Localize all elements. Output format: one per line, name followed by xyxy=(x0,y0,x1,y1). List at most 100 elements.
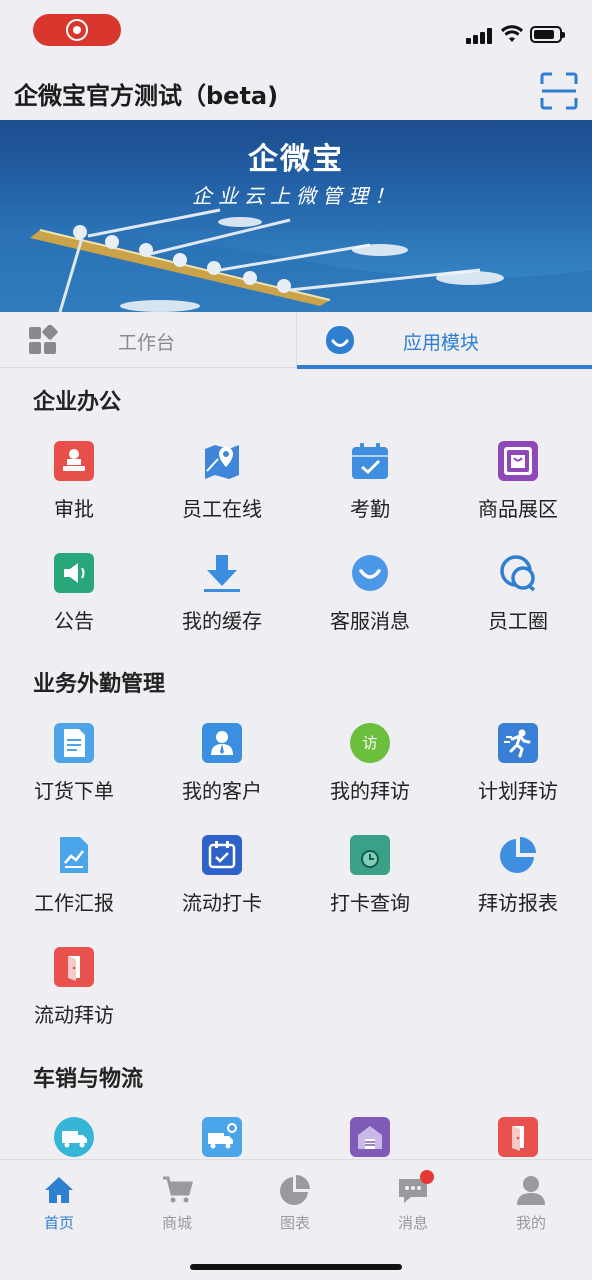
module-place-order[interactable]: 订货下单 xyxy=(0,723,148,823)
module-label: 我的缓存 xyxy=(182,609,262,633)
banner-slogan: 企业云上微管理！ xyxy=(192,184,400,208)
speaker-icon xyxy=(54,553,94,593)
module-my-customers[interactable]: 我的客户 xyxy=(148,723,296,823)
module-staff-online[interactable]: 员工在线 xyxy=(148,441,296,541)
wifi-icon xyxy=(501,25,523,42)
section-title-van-sales: 车销与物流 xyxy=(33,1067,144,1092)
module-van-sales-2[interactable] xyxy=(148,1117,296,1159)
checkin-icon xyxy=(202,835,242,875)
module-mobile-checkin[interactable]: 流动打卡 xyxy=(148,835,296,935)
report-icon xyxy=(54,835,94,875)
calendar-check-icon xyxy=(350,441,390,481)
stamp-icon xyxy=(54,441,94,481)
module-label: 考勤 xyxy=(350,497,390,521)
module-label: 订货下单 xyxy=(34,779,114,803)
tabbar-messages[interactable]: 消息 xyxy=(354,1170,472,1232)
page-title: 企微宝官方测试（beta) xyxy=(14,82,279,110)
tabbar-label: 图表 xyxy=(279,1214,310,1232)
banner-logo: 企微宝 xyxy=(248,142,344,177)
door-icon xyxy=(54,947,94,987)
user-icon xyxy=(517,1176,545,1205)
module-van-sales-1[interactable] xyxy=(0,1117,148,1159)
module-tabs: 工作台 应用模块 xyxy=(0,312,592,369)
screen-record-indicator[interactable] xyxy=(33,14,121,46)
home-indicator[interactable] xyxy=(190,1264,402,1270)
module-label: 客服消息 xyxy=(330,609,410,633)
tab-app-modules-label: 应用模块 xyxy=(403,332,480,354)
app-header: 企微宝官方测试（beta) xyxy=(0,64,592,120)
tabbar-label: 首页 xyxy=(43,1214,74,1232)
module-work-report[interactable]: 工作汇报 xyxy=(0,835,148,935)
module-label: 流动拜访 xyxy=(34,1003,114,1027)
module-label: 工作汇报 xyxy=(34,891,114,915)
pie-chart-icon xyxy=(280,1175,310,1205)
module-label: 计划拜访 xyxy=(478,779,558,803)
module-label: 员工圈 xyxy=(488,609,548,633)
tabbar-mall[interactable]: 商城 xyxy=(118,1170,236,1232)
tabbar-me[interactable]: 我的 xyxy=(472,1170,590,1232)
tabbar-home[interactable]: 首页 xyxy=(0,1170,118,1232)
module-my-cache[interactable]: 我的缓存 xyxy=(148,553,296,653)
bubbles-icon xyxy=(498,553,538,593)
unread-badge xyxy=(420,1170,434,1184)
section-title-office: 企业办公 xyxy=(33,390,122,415)
module-label: 商品展区 xyxy=(478,497,558,521)
grid-icon xyxy=(29,325,58,354)
module-product-showcase[interactable]: 商品展区 xyxy=(444,441,592,541)
tabbar-label: 商城 xyxy=(161,1214,192,1232)
checkin-query-icon xyxy=(350,835,390,875)
module-warehouse[interactable] xyxy=(296,1117,444,1159)
module-label: 公告 xyxy=(54,609,94,633)
module-approval[interactable]: 审批 xyxy=(0,441,148,541)
tabbar-charts[interactable]: 图表 xyxy=(236,1170,354,1232)
record-icon xyxy=(66,19,88,41)
bottom-tab-bar: 首页 商城 图表 消息 我的 xyxy=(0,1159,592,1280)
module-announcement[interactable]: 公告 xyxy=(0,553,148,653)
status-bar xyxy=(0,0,592,64)
module-staff-circle[interactable]: 员工圈 xyxy=(444,553,592,653)
runner-icon xyxy=(498,723,538,763)
shopping-bag-icon xyxy=(498,441,538,481)
module-label: 我的客户 xyxy=(182,779,262,803)
scan-icon[interactable] xyxy=(540,72,578,110)
visit-icon-text: 访 xyxy=(362,734,378,752)
module-label: 我的拜访 xyxy=(330,779,410,803)
order-doc-icon xyxy=(54,723,94,763)
module-logistics-door[interactable] xyxy=(444,1117,592,1159)
promo-banner[interactable]: 企微宝 企业云上微管理！ xyxy=(0,120,592,312)
signal-icon xyxy=(466,28,494,44)
module-label: 拜访报表 xyxy=(478,891,558,915)
app-modules-content[interactable]: 企业办公 审批 员工在线 考勤 商品展区 公告 我的缓存 客服消息 员工圈 业务… xyxy=(0,369,592,1159)
customer-icon xyxy=(202,723,242,763)
module-my-visits[interactable]: 访 我的拜访 xyxy=(296,723,444,823)
map-icon xyxy=(202,441,242,481)
module-mobile-visit[interactable]: 流动拜访 xyxy=(0,947,148,1047)
module-visit-report[interactable]: 拜访报表 xyxy=(444,835,592,935)
tabbar-label: 我的 xyxy=(515,1214,546,1232)
module-label: 员工在线 xyxy=(182,497,262,521)
apps-icon xyxy=(326,326,354,354)
door-icon xyxy=(498,1117,538,1157)
module-service-messages[interactable]: 客服消息 xyxy=(296,553,444,653)
module-label: 流动打卡 xyxy=(182,891,262,915)
truck-round-icon xyxy=(54,1117,94,1157)
truck-gear-icon xyxy=(202,1117,242,1157)
battery-icon xyxy=(530,26,565,43)
chat-smile-icon xyxy=(350,553,390,593)
section-title-field-sales: 业务外勤管理 xyxy=(33,672,166,697)
module-attendance[interactable]: 考勤 xyxy=(296,441,444,541)
home-icon xyxy=(45,1177,73,1203)
module-planned-visits[interactable]: 计划拜访 xyxy=(444,723,592,823)
cart-icon xyxy=(163,1176,193,1203)
pie-icon xyxy=(498,835,538,875)
tabbar-label: 消息 xyxy=(397,1214,428,1232)
module-label: 审批 xyxy=(54,497,94,521)
tab-workbench[interactable]: 工作台 xyxy=(0,312,296,368)
download-icon xyxy=(202,553,242,593)
visit-icon: 访 xyxy=(350,723,390,763)
module-checkin-query[interactable]: 打卡查询 xyxy=(296,835,444,935)
tab-workbench-label: 工作台 xyxy=(118,332,176,354)
module-label: 打卡查询 xyxy=(330,891,410,915)
warehouse-icon xyxy=(350,1117,390,1157)
tab-app-modules[interactable]: 应用模块 xyxy=(296,312,592,369)
